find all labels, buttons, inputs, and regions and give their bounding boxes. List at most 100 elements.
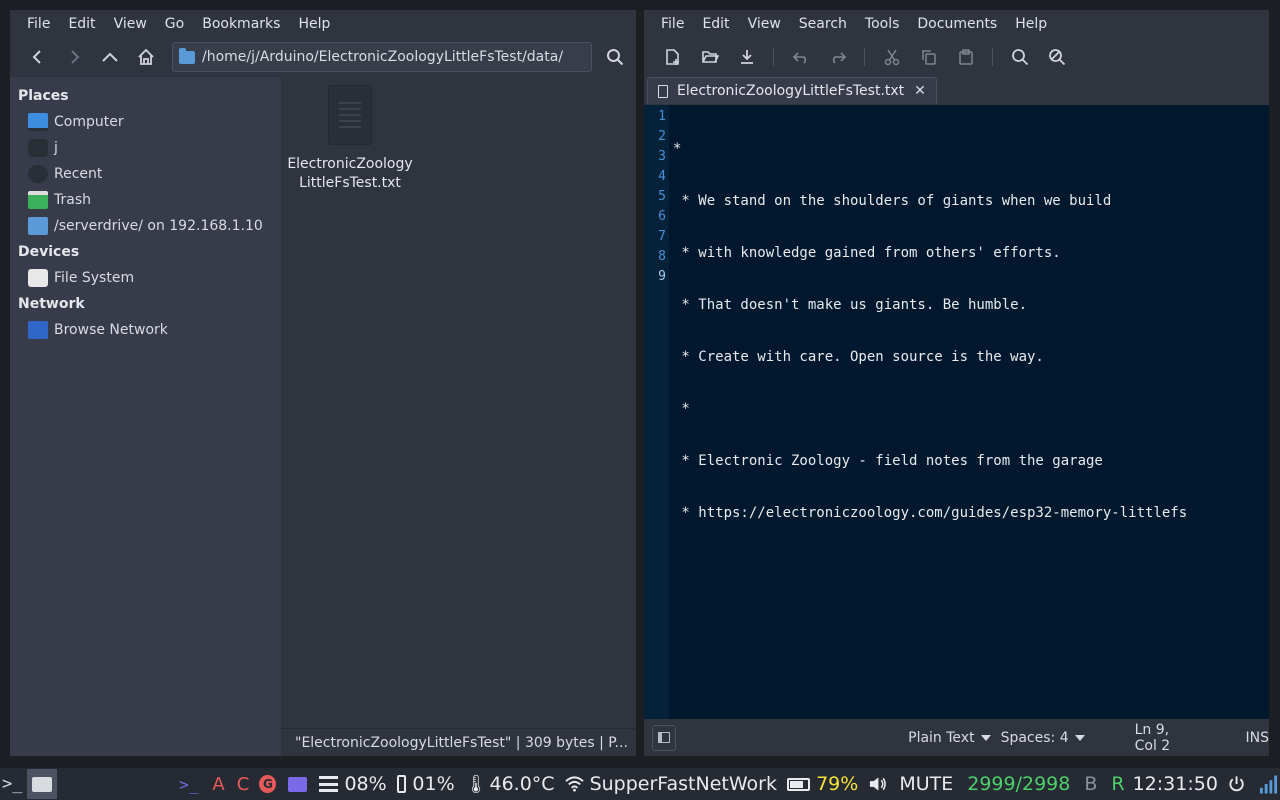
back-button[interactable] xyxy=(20,41,56,73)
language-label: Plain Text xyxy=(908,729,975,746)
indent-label: Spaces: 4 xyxy=(1000,729,1069,746)
network-folder-icon xyxy=(28,217,48,235)
ed-menu-documents[interactable]: Documents xyxy=(908,16,1006,32)
sidebar-item-home[interactable]: j xyxy=(10,135,281,161)
fm-menu-view[interactable]: View xyxy=(105,16,156,32)
power-icon[interactable] xyxy=(1228,775,1245,793)
ed-menu-view[interactable]: View xyxy=(739,16,790,32)
redo-button[interactable] xyxy=(819,41,856,73)
find-replace-button[interactable] xyxy=(1038,41,1075,73)
new-document-button[interactable] xyxy=(654,41,691,73)
sidebar-item-label: File System xyxy=(54,270,135,286)
document-tab[interactable]: ElectronicZoologyLittleFsTest.txt ✕ xyxy=(647,77,937,104)
text-editor-area[interactable]: 1 2 3 4 5 6 7 8 9 * * We stand on the sh… xyxy=(644,105,1269,719)
side-panel-toggle[interactable] xyxy=(652,724,677,751)
text-editor-window: File Edit View Search Tools Documents He… xyxy=(643,9,1270,757)
app-launcher-c[interactable]: C xyxy=(237,774,250,795)
code-line: * We stand on the shoulders of giants wh… xyxy=(673,193,1112,209)
terminal-launcher[interactable]: >_ xyxy=(0,774,27,794)
editor-statusbar: Plain Text Spaces: 4 Ln 9, Col 2 INS xyxy=(644,719,1269,756)
folder-icon xyxy=(31,776,52,792)
battery-icon xyxy=(786,777,811,791)
ed-menu-search[interactable]: Search xyxy=(790,16,856,32)
indent-selector[interactable]: Spaces: 4 xyxy=(1001,730,1085,746)
file-view[interactable]: ElectronicZoologyLittleFsTest.txt xyxy=(281,77,636,728)
sidebar-item-serverdrive[interactable]: /serverdrive/ on 192.168.1.10 xyxy=(10,213,281,239)
code-text[interactable]: * * We stand on the shoulders of giants … xyxy=(669,105,1187,719)
google-launcher-icon[interactable]: G xyxy=(259,775,277,793)
network-icon xyxy=(28,321,48,339)
editor-menubar: File Edit View Search Tools Documents He… xyxy=(644,10,1269,38)
ed-menu-file[interactable]: File xyxy=(652,16,693,32)
code-line: * Electronic Zoology - field notes from … xyxy=(673,453,1103,469)
save-icon xyxy=(740,50,753,64)
signal-bars-icon xyxy=(1259,775,1278,794)
volume-status[interactable]: MUTE xyxy=(899,773,953,795)
language-selector[interactable]: Plain Text xyxy=(908,729,991,746)
places-header: Places xyxy=(18,88,69,104)
location-bar[interactable]: /home/j/Arduino/ElectronicZoologyLittleF… xyxy=(172,42,592,72)
search-icon xyxy=(607,49,624,66)
cpu-icon xyxy=(319,776,339,792)
up-button[interactable] xyxy=(92,41,128,73)
sidebar-item-browse-network[interactable]: Browse Network xyxy=(10,317,281,343)
fm-menu-file[interactable]: File xyxy=(18,16,59,32)
chevron-left-icon xyxy=(32,50,41,64)
code-line: * xyxy=(673,401,690,417)
indicator-b: B xyxy=(1084,773,1098,795)
line-number: 3 xyxy=(658,149,666,164)
copy-button[interactable] xyxy=(910,41,947,73)
open-button[interactable] xyxy=(691,41,728,73)
paste-button[interactable] xyxy=(947,41,984,73)
indicator-r: R xyxy=(1111,773,1125,795)
line-number-current: 9 xyxy=(658,269,666,284)
fm-menu-help[interactable]: Help xyxy=(289,16,339,32)
sidebar-item-computer[interactable]: Computer xyxy=(10,109,281,135)
chevron-up-icon xyxy=(102,52,118,62)
terminal-launcher-icon[interactable]: >_ xyxy=(179,775,198,794)
cut-button[interactable] xyxy=(873,41,910,73)
editor-toolbar xyxy=(644,38,1269,76)
file-manager-task[interactable] xyxy=(26,769,58,799)
cursor-position: Ln 9, Col 2 xyxy=(1134,721,1171,754)
forward-button[interactable] xyxy=(56,41,92,73)
sidebar-item-trash[interactable]: Trash xyxy=(10,187,281,213)
undo-button[interactable] xyxy=(782,41,819,73)
wifi-name[interactable]: SupperFastNetWork xyxy=(590,773,777,795)
chevron-down-icon xyxy=(1074,734,1085,741)
fm-menu-edit[interactable]: Edit xyxy=(59,16,104,32)
sidebar-item-label: Recent xyxy=(54,166,103,182)
code-line: * https://electroniczoology.com/guides/e… xyxy=(673,505,1188,521)
trash-icon xyxy=(28,191,48,209)
find-replace-icon xyxy=(1048,49,1065,66)
memory-usage: 01% xyxy=(412,773,455,795)
file-item[interactable]: ElectronicZoologyLittleFsTest.txt xyxy=(285,85,415,193)
text-file-icon xyxy=(328,85,372,145)
save-button[interactable] xyxy=(728,41,765,73)
folder-launcher-icon[interactable] xyxy=(288,776,308,792)
clipboard-icon xyxy=(958,49,973,65)
fm-menu-go[interactable]: Go xyxy=(156,16,193,32)
sidebar-item-recent[interactable]: Recent xyxy=(10,161,281,187)
fm-menu-bookmarks[interactable]: Bookmarks xyxy=(193,16,289,32)
ed-menu-tools[interactable]: Tools xyxy=(856,16,909,32)
devices-header: Devices xyxy=(18,244,80,260)
line-number: 5 xyxy=(658,189,666,204)
ed-menu-help[interactable]: Help xyxy=(1006,16,1056,32)
folder-icon xyxy=(179,47,195,64)
app-launcher-a[interactable]: A xyxy=(212,774,224,795)
tab-title: ElectronicZoologyLittleFsTest.txt xyxy=(677,83,905,99)
home-button[interactable] xyxy=(128,41,164,73)
fm-menubar: File Edit View Go Bookmarks Help xyxy=(10,10,636,38)
ed-menu-edit[interactable]: Edit xyxy=(693,16,738,32)
close-tab-button[interactable]: ✕ xyxy=(914,83,926,99)
scissors-icon xyxy=(884,49,899,66)
sidebar-item-file-system[interactable]: File System xyxy=(10,265,281,291)
search-button[interactable] xyxy=(598,41,632,73)
thermometer-icon: 🌡 xyxy=(464,773,488,795)
fm-sidebar: Places Computer j Recent Trash /serverdr… xyxy=(10,77,281,756)
temperature: 46.0°C xyxy=(489,773,555,795)
sidebar-item-label: Computer xyxy=(54,114,124,130)
find-button[interactable] xyxy=(1001,41,1038,73)
toolbar-separator xyxy=(864,48,865,66)
